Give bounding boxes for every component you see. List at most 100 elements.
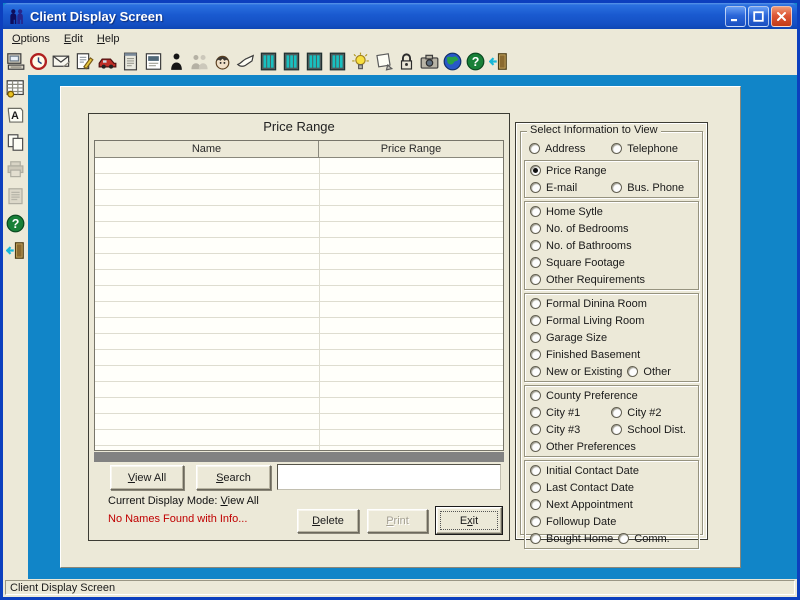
radio-square-footage[interactable]: Square Footage — [525, 257, 625, 269]
radio-label: Next Appointment — [546, 499, 633, 511]
radio-icon — [530, 516, 541, 527]
radio-next-appointment[interactable]: Next Appointment — [525, 499, 633, 511]
status-text-field: Client Display Screen — [5, 580, 795, 595]
radio-followup-date[interactable]: Followup Date — [525, 516, 616, 528]
radio-new-or-existing[interactable]: New or Existing — [525, 366, 622, 378]
radio-address[interactable]: Address — [524, 143, 606, 155]
grid-horizontal-scrollbar[interactable] — [94, 452, 504, 462]
svg-text:?: ? — [472, 55, 480, 69]
lightbulb-icon[interactable] — [350, 51, 371, 72]
radio-garage-size[interactable]: Garage Size — [525, 332, 607, 344]
info-section-6: Initial Contact Date Last Contact Date Nex… — [524, 460, 699, 549]
help-icon[interactable]: ? — [465, 51, 486, 72]
exit-button[interactable]: Exit — [436, 507, 502, 534]
search-input[interactable] — [277, 464, 501, 490]
radio-label: E-mail — [546, 182, 577, 194]
radio-no-of-bathrooms[interactable]: No. of Bathrooms — [525, 240, 632, 252]
computer-icon[interactable] — [5, 51, 26, 72]
exit-door-icon[interactable] — [5, 240, 26, 261]
mail-icon[interactable] — [51, 51, 72, 72]
door-icon-2[interactable] — [281, 51, 302, 72]
print-button[interactable]: Print — [367, 509, 428, 533]
radio-row: Garage Size — [525, 329, 698, 346]
radio-county-preference[interactable]: County Preference — [525, 390, 638, 402]
copy-icon[interactable] — [5, 132, 26, 153]
radio-row: Other Preferences — [525, 438, 698, 455]
car-icon[interactable] — [97, 51, 118, 72]
radio-no-of-bedrooms[interactable]: No. of Bedrooms — [525, 223, 629, 235]
clock-icon[interactable] — [28, 51, 49, 72]
radio-icon — [530, 407, 541, 418]
radio-city-3[interactable]: City #3 — [525, 424, 606, 436]
radio-label: City #2 — [627, 407, 661, 419]
radio-label: City #1 — [546, 407, 580, 419]
close-button[interactable] — [771, 6, 792, 27]
radio-city-2[interactable]: City #2 — [606, 407, 661, 419]
radio-e-mail[interactable]: E-mail — [525, 182, 606, 194]
radio-initial-contact-date[interactable]: Initial Contact Date — [525, 465, 639, 477]
radio-other-requirements[interactable]: Other Requirements — [525, 274, 645, 286]
radio-icon — [529, 143, 540, 154]
info-section-2: Price Range E-mail Bus. Phone — [524, 160, 699, 198]
toolbar: ? — [3, 48, 797, 75]
lock-icon[interactable] — [396, 51, 417, 72]
radio-last-contact-date[interactable]: Last Contact Date — [525, 482, 634, 494]
radio-telephone[interactable]: Telephone — [606, 143, 678, 155]
clients-disabled-icon[interactable] — [189, 51, 210, 72]
radio-row: New or ExistingOther — [525, 363, 698, 380]
radio-home-sytle[interactable]: Home Sytle — [525, 206, 603, 218]
radio-price-range[interactable]: Price Range — [525, 165, 607, 177]
camera-icon[interactable] — [419, 51, 440, 72]
radio-icon — [530, 298, 541, 309]
notes-edit-icon[interactable] — [74, 51, 95, 72]
radio-formal-dinina-room[interactable]: Formal Dinina Room — [525, 298, 647, 310]
radio-row: Other Requirements — [525, 271, 698, 288]
exit-door-icon[interactable] — [488, 51, 509, 72]
send-page-icon[interactable] — [373, 51, 394, 72]
document-photo-icon[interactable] — [143, 51, 164, 72]
door-icon-1[interactable] — [258, 51, 279, 72]
radio-row: Formal Living Room — [525, 312, 698, 329]
radio-row: City #3School Dist. — [525, 421, 698, 438]
radio-icon — [611, 407, 622, 418]
hand-icon[interactable] — [235, 51, 256, 72]
radio-other[interactable]: Other — [622, 366, 671, 378]
view-all-button[interactable]: View All — [110, 465, 184, 490]
font-icon[interactable]: A — [5, 105, 26, 126]
radio-label: New or Existing — [546, 366, 622, 378]
notepad-icon[interactable] — [120, 51, 141, 72]
minimize-button[interactable] — [725, 6, 746, 27]
report-disabled-icon[interactable] — [5, 186, 26, 207]
radio-school-dist[interactable]: School Dist. — [606, 424, 686, 436]
client-icon[interactable] — [166, 51, 187, 72]
door-icon-4[interactable] — [327, 51, 348, 72]
maximize-button[interactable] — [748, 6, 769, 27]
radio-bought-home[interactable]: Bought Home — [525, 533, 613, 545]
radio-finished-basement[interactable]: Finished Basement — [525, 349, 640, 361]
radio-bus-phone[interactable]: Bus. Phone — [606, 182, 684, 194]
title-bar[interactable]: Client Display Screen — [3, 3, 797, 29]
radio-formal-living-room[interactable]: Formal Living Room — [525, 315, 644, 327]
radio-other-preferences[interactable]: Other Preferences — [525, 441, 636, 453]
radio-comm[interactable]: Comm. — [613, 533, 669, 545]
spreadsheet-icon[interactable] — [5, 78, 26, 99]
door-icon-3[interactable] — [304, 51, 325, 72]
grid-body[interactable] — [95, 158, 503, 450]
globe-icon[interactable] — [442, 51, 463, 72]
app-window: Client Display Screen OptionsEditHelp ? … — [0, 0, 800, 600]
radio-icon — [530, 390, 541, 401]
menu-item-options[interactable]: Options — [5, 31, 57, 47]
search-button[interactable]: Search — [196, 465, 271, 490]
print-disabled-icon[interactable] — [5, 159, 26, 180]
contact-face-icon[interactable] — [212, 51, 233, 72]
radio-label: Other Preferences — [546, 441, 636, 453]
menu-item-help[interactable]: Help — [90, 31, 127, 47]
side-toolbar: A? — [3, 75, 28, 580]
delete-button[interactable]: Delete — [297, 509, 359, 533]
radio-city-1[interactable]: City #1 — [525, 407, 606, 419]
menu-item-edit[interactable]: Edit — [57, 31, 90, 47]
radio-label: Comm. — [634, 533, 669, 545]
radio-label: Initial Contact Date — [546, 465, 639, 477]
radio-row: Followup Date — [525, 513, 698, 530]
help-icon[interactable]: ? — [5, 213, 26, 234]
